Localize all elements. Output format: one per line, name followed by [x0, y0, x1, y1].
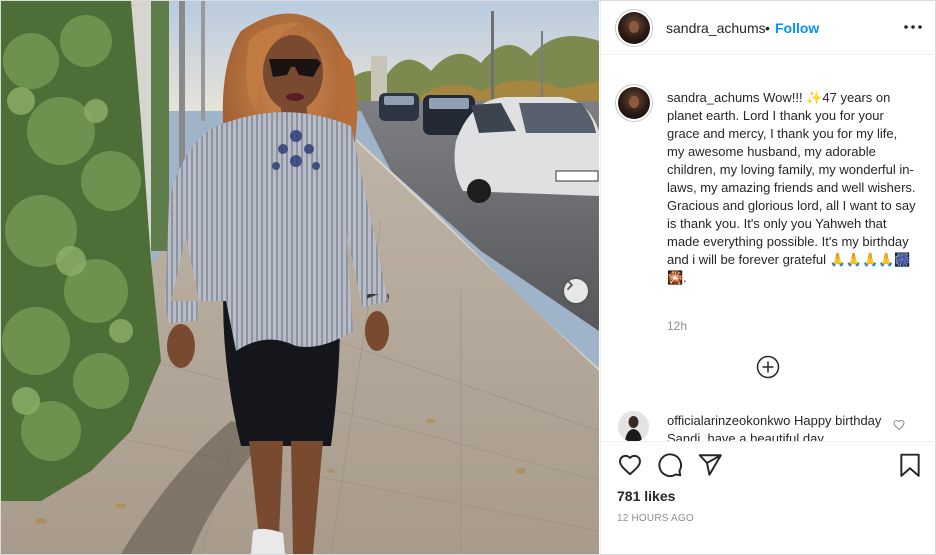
share-button[interactable] — [697, 452, 723, 478]
share-icon — [698, 454, 722, 476]
car-far — [379, 93, 419, 121]
commenter-avatar-image — [618, 411, 649, 441]
comments-section[interactable]: sandra_achums Wow!!! ✨47 years on planet… — [601, 56, 936, 441]
car-white — [454, 97, 599, 203]
bookmark-icon — [900, 453, 920, 477]
instagram-post: sandra_achums • Follow sandra_achums Wow… — [0, 0, 936, 555]
caption-text: Wow!!! ✨47 years on planet earth. Lord I… — [667, 90, 916, 285]
comment-like-button[interactable] — [893, 418, 907, 432]
post-side-panel: sandra_achums • Follow sandra_achums Wow… — [600, 1, 936, 554]
comment-username[interactable]: officialarinzeokonkwo — [667, 413, 790, 428]
heart-small-icon — [893, 419, 905, 431]
photo-illustration — [1, 1, 599, 554]
save-button[interactable] — [897, 452, 923, 478]
caption: sandra_achums Wow!!! ✨47 years on planet… — [667, 89, 917, 287]
author-avatar[interactable] — [615, 9, 653, 47]
more-options-button[interactable] — [901, 15, 925, 39]
caption-author-avatar[interactable] — [615, 84, 653, 122]
author-username[interactable]: sandra_achums — [666, 20, 766, 36]
post-time-ago[interactable]: 12 HOURS AGO — [617, 513, 694, 524]
next-photo-button[interactable] — [564, 279, 588, 303]
heart-icon — [619, 454, 641, 476]
likes-count[interactable]: 781 likes — [617, 488, 675, 504]
more-dots-icon — [904, 25, 922, 29]
post-photo[interactable] — [1, 1, 599, 554]
comment-item: officialarinzeokonkwo Happy birthday San… — [667, 412, 897, 441]
chevron-right-icon — [567, 280, 573, 290]
avatar-image — [618, 12, 650, 44]
comment-button[interactable] — [657, 452, 683, 478]
commenter-avatar[interactable] — [618, 411, 649, 441]
avatar-image — [618, 87, 650, 119]
comment-icon — [658, 453, 682, 477]
caption-username[interactable]: sandra_achums — [667, 90, 760, 105]
load-more-comments-button[interactable] — [756, 355, 780, 379]
caption-timestamp[interactable]: 12h — [667, 319, 687, 333]
plus-circle-icon — [756, 355, 780, 379]
like-button[interactable] — [617, 452, 643, 478]
separator-dot: • — [765, 20, 770, 36]
post-header: sandra_achums • Follow — [601, 1, 936, 55]
follow-button[interactable]: Follow — [775, 20, 819, 36]
post-actions: 781 likes 12 HOURS AGO — [601, 441, 936, 554]
